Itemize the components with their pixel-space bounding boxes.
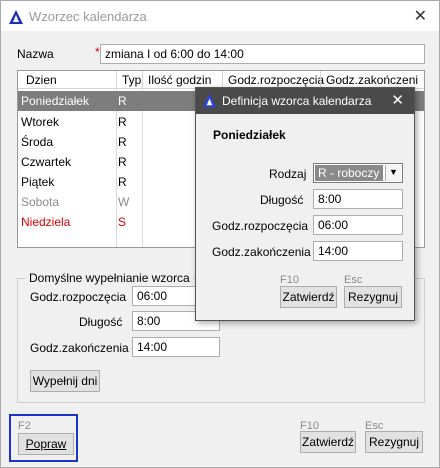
default-end-field[interactable]: 14:00 [132, 337, 220, 357]
column-header-hours[interactable]: Ilość godzin [148, 73, 211, 87]
confirm-button[interactable]: Zatwierdź [300, 431, 356, 453]
column-header-type[interactable]: Typ [122, 73, 141, 87]
dialog-confirm-shortcut: F10 [280, 274, 299, 286]
end-field[interactable]: 14:00 [313, 241, 403, 261]
type-label: Rodzaj [269, 167, 307, 181]
edit-button[interactable]: Popraw [18, 433, 74, 455]
type-cell: R [118, 115, 127, 129]
dialog-cancel-shortcut: Esc [344, 274, 363, 286]
day-cell: Czwartek [21, 155, 72, 169]
start-field[interactable]: 06:00 [313, 215, 403, 235]
close-icon[interactable]: ✕ [414, 6, 427, 26]
type-cell: R [118, 135, 127, 149]
start-label: Godz.rozpoczęcia [212, 219, 309, 233]
type-cell: R [118, 175, 127, 189]
type-select-value: R - roboczy [315, 165, 383, 181]
column-header-end[interactable]: Godz.zakończeni [326, 73, 418, 87]
type-select[interactable]: R - roboczy ▼ [313, 163, 403, 183]
name-field[interactable]: zmiana I od 6:00 do 14:00 [100, 44, 425, 64]
title-bar: Wzorzec kalendarza ✕ [1, 1, 439, 31]
dialog-confirm-button[interactable]: Zatwierdź [280, 286, 337, 308]
default-end-label: Godz.zakończenia [30, 341, 129, 355]
cancel-button[interactable]: Rezygnuj [365, 431, 423, 453]
dialog-title: Definicja wzorca kalendarza [222, 94, 372, 108]
default-length-label: Długość [79, 315, 123, 329]
day-cell: Sobota [21, 195, 60, 209]
day-cell: Piątek [21, 175, 55, 189]
length-label: Długość [260, 193, 304, 207]
day-cell: Środa [21, 135, 54, 149]
default-start-label: Godz.rozpoczęcia [30, 290, 127, 304]
close-icon[interactable]: ✕ [391, 91, 404, 109]
type-cell: S [118, 215, 127, 229]
dialog-title-bar: Definicja wzorca kalendarza ✕ [196, 88, 414, 114]
dialog-heading: Poniedziałek [213, 128, 286, 142]
end-label: Godz.zakończenia [212, 245, 311, 259]
column-header-start[interactable]: Godz.rozpoczęcia [228, 73, 324, 87]
type-cell: W [118, 195, 130, 209]
fill-days-button[interactable]: Wypełnij dni [30, 370, 100, 392]
day-cell: Wtorek [21, 115, 60, 129]
day-cell: Poniedziałek [21, 94, 90, 108]
defaults-group-title: Domyślne wypełnianie wzorca [26, 271, 193, 285]
dialog-cancel-button[interactable]: Rezygnuj [344, 286, 402, 308]
required-mark: * [95, 45, 100, 59]
type-cell: R [118, 94, 127, 108]
pattern-definition-dialog: Definicja wzorca kalendarza ✕ Poniedział… [195, 87, 415, 321]
length-field[interactable]: 8:00 [313, 189, 403, 209]
chevron-down-icon[interactable]: ▼ [385, 165, 401, 181]
edit-shortcut: F2 [18, 420, 31, 432]
window-title: Wzorzec kalendarza [29, 9, 147, 24]
app-logo-icon [9, 10, 23, 24]
column-header-day[interactable]: Dzien [26, 73, 57, 87]
app-logo-icon [202, 93, 217, 108]
type-cell: R [118, 155, 127, 169]
day-cell: Niedziela [21, 215, 71, 229]
name-label: Nazwa [17, 47, 54, 61]
